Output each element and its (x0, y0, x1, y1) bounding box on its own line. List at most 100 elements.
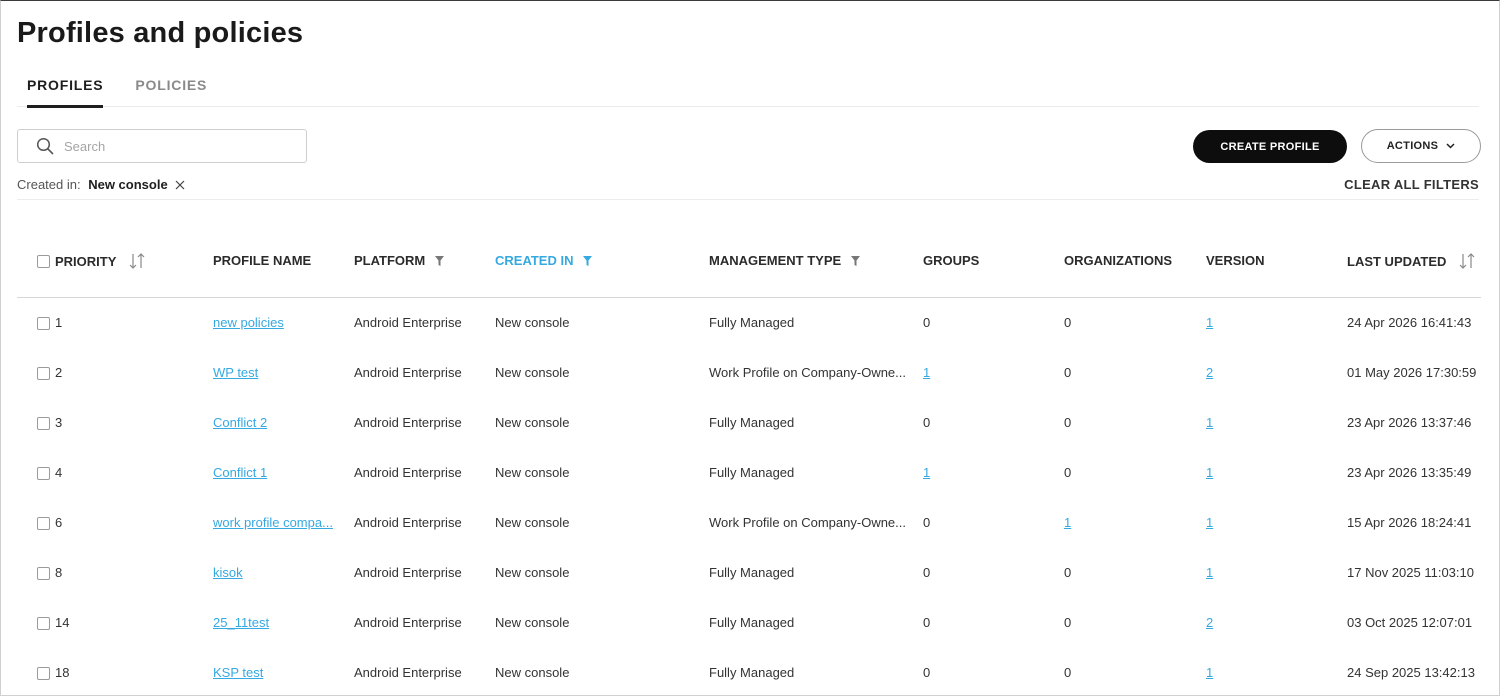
cell-created-in: New console (495, 364, 570, 380)
cell-priority: 2 (55, 364, 63, 380)
tab-profiles[interactable]: PROFILES (17, 67, 113, 108)
page: Profiles and policies PROFILES POLICIES … (0, 0, 1500, 696)
column-created-in-label: CREATED IN (495, 253, 574, 269)
column-platform-label: PLATFORM (354, 253, 426, 269)
chevron-down-icon (1446, 143, 1455, 149)
profile-name-link[interactable]: Conflict 1 (213, 465, 267, 480)
version-link[interactable]: 1 (1206, 315, 1213, 330)
cell-last-updated: 01 May 2026 17:30:59 (1347, 364, 1477, 380)
cell-platform: Android Enterprise (354, 664, 462, 680)
cell-platform: Android Enterprise (354, 514, 462, 530)
sort-icon[interactable] (1458, 252, 1476, 270)
profile-name-link[interactable]: WP test (213, 365, 258, 380)
cell-last-updated: 24 Sep 2025 13:42:13 (1347, 664, 1475, 680)
create-profile-button[interactable]: CREATE PROFILE (1193, 130, 1347, 163)
cell-management-type: Fully Managed (709, 614, 795, 630)
cell-priority: 1 (55, 314, 63, 330)
column-profile-name: PROFILE NAME (213, 225, 354, 298)
filter-label: Created in: (17, 177, 81, 192)
cell-groups: 0 (923, 314, 931, 330)
cell-platform: Android Enterprise (354, 464, 462, 480)
cell-last-updated: 23 Apr 2026 13:37:46 (1347, 414, 1472, 430)
profile-name-link[interactable]: work profile compa... (213, 515, 333, 530)
sort-icon[interactable] (128, 252, 146, 270)
version-link[interactable]: 1 (1206, 665, 1213, 680)
cell-organizations: 0 (1064, 664, 1072, 680)
cell-last-updated: 15 Apr 2026 18:24:41 (1347, 514, 1472, 530)
row-checkbox[interactable] (37, 366, 50, 380)
row-checkbox[interactable] (37, 616, 50, 630)
version-link[interactable]: 1 (1206, 465, 1213, 480)
cell-organizations: 0 (1064, 614, 1072, 630)
column-version: VERSION (1206, 225, 1347, 298)
cell-groups: 0 (923, 414, 931, 430)
table-row: 1 new policies Android Enterprise New conso… (17, 297, 1481, 347)
tab-bar: PROFILES POLICIES (17, 67, 1479, 108)
table-row: 3 Conflict 2 Android Enterprise New console… (17, 397, 1481, 447)
cell-management-type: Fully Managed (709, 314, 795, 330)
profile-name-link[interactable]: kisok (213, 565, 243, 580)
version-link[interactable]: 2 (1206, 615, 1213, 630)
cell-last-updated: 23 Apr 2026 13:35:49 (1347, 464, 1472, 480)
groups-count-link[interactable]: 1 (923, 365, 930, 380)
row-checkbox[interactable] (37, 666, 50, 680)
profile-name-link[interactable]: 25_11test (213, 615, 269, 630)
profile-name-link[interactable]: new policies (213, 315, 284, 330)
cell-organizations: 0 (1064, 364, 1072, 380)
cell-priority: 8 (55, 564, 63, 580)
row-checkbox[interactable] (37, 466, 50, 480)
filter-chip: New console (88, 177, 168, 192)
row-checkbox[interactable] (37, 516, 50, 530)
version-link[interactable]: 2 (1206, 365, 1213, 380)
cell-management-type: Fully Managed (709, 414, 795, 430)
cell-groups: 0 (923, 614, 931, 630)
clear-all-filters-link[interactable]: CLEAR ALL FILTERS (1344, 177, 1479, 192)
profile-name-link[interactable]: Conflict 2 (213, 415, 267, 430)
cell-created-in: New console (495, 464, 570, 480)
table-header-row: PRIORITY PROFILE NAME PLATFORM CREATED I… (17, 225, 1481, 298)
cell-priority: 6 (55, 514, 63, 530)
version-link[interactable]: 1 (1206, 515, 1213, 530)
actions-button[interactable]: ACTIONS (1361, 129, 1481, 163)
row-checkbox[interactable] (37, 416, 50, 430)
column-management-type-label: MANAGEMENT TYPE (709, 253, 842, 269)
table-row: 6 work profile compa... Android Enterprise… (17, 497, 1481, 547)
organizations-count-link[interactable]: 1 (1064, 515, 1071, 530)
filter-icon[interactable] (850, 256, 860, 267)
profiles-table: PRIORITY PROFILE NAME PLATFORM CREATED I… (17, 225, 1481, 695)
cell-groups: 0 (923, 564, 931, 580)
tab-policies[interactable]: POLICIES (125, 67, 217, 107)
filter-active-icon[interactable] (583, 256, 593, 267)
search-input[interactable] (64, 138, 294, 154)
cell-priority: 18 (55, 664, 70, 680)
row-checkbox[interactable] (37, 566, 50, 580)
filter-icon[interactable] (434, 256, 444, 267)
profile-name-link[interactable]: KSP test (213, 665, 263, 680)
cell-management-type: Fully Managed (709, 464, 795, 480)
cell-organizations: 0 (1064, 414, 1072, 430)
column-groups: GROUPS (923, 225, 1064, 298)
column-priority[interactable]: PRIORITY (55, 225, 213, 298)
cell-platform: Android Enterprise (354, 314, 462, 330)
row-checkbox[interactable] (37, 316, 50, 330)
cell-last-updated: 03 Oct 2025 12:07:01 (1347, 614, 1473, 630)
select-all-checkbox[interactable] (37, 255, 50, 269)
table-row: 18 KSP test Android Enterprise New console F… (17, 647, 1481, 695)
table-body: 1 new policies Android Enterprise New conso… (17, 297, 1481, 695)
cell-management-type: Work Profile on Company-Owne... (709, 364, 906, 380)
cell-platform: Android Enterprise (354, 364, 462, 380)
cell-management-type: Fully Managed (709, 564, 795, 580)
column-last-updated[interactable]: LAST UPDATED (1347, 225, 1481, 298)
groups-count-link[interactable]: 1 (923, 465, 930, 480)
cell-last-updated: 17 Nov 2025 11:03:10 (1347, 564, 1474, 580)
active-filters: Created in: New console CLEAR ALL FILTER… (17, 177, 1479, 200)
table-row: 4 Conflict 1 Android Enterprise New console… (17, 447, 1481, 497)
version-link[interactable]: 1 (1206, 565, 1213, 580)
table-row: 8 kisok Android Enterprise New console Fully… (17, 547, 1481, 597)
cell-organizations: 0 (1064, 314, 1072, 330)
search-icon (36, 137, 54, 155)
table-row: 14 25_11test Android Enterprise New console… (17, 597, 1481, 647)
close-icon[interactable] (175, 180, 185, 190)
column-organizations: ORGANIZATIONS (1064, 225, 1206, 298)
version-link[interactable]: 1 (1206, 415, 1213, 430)
